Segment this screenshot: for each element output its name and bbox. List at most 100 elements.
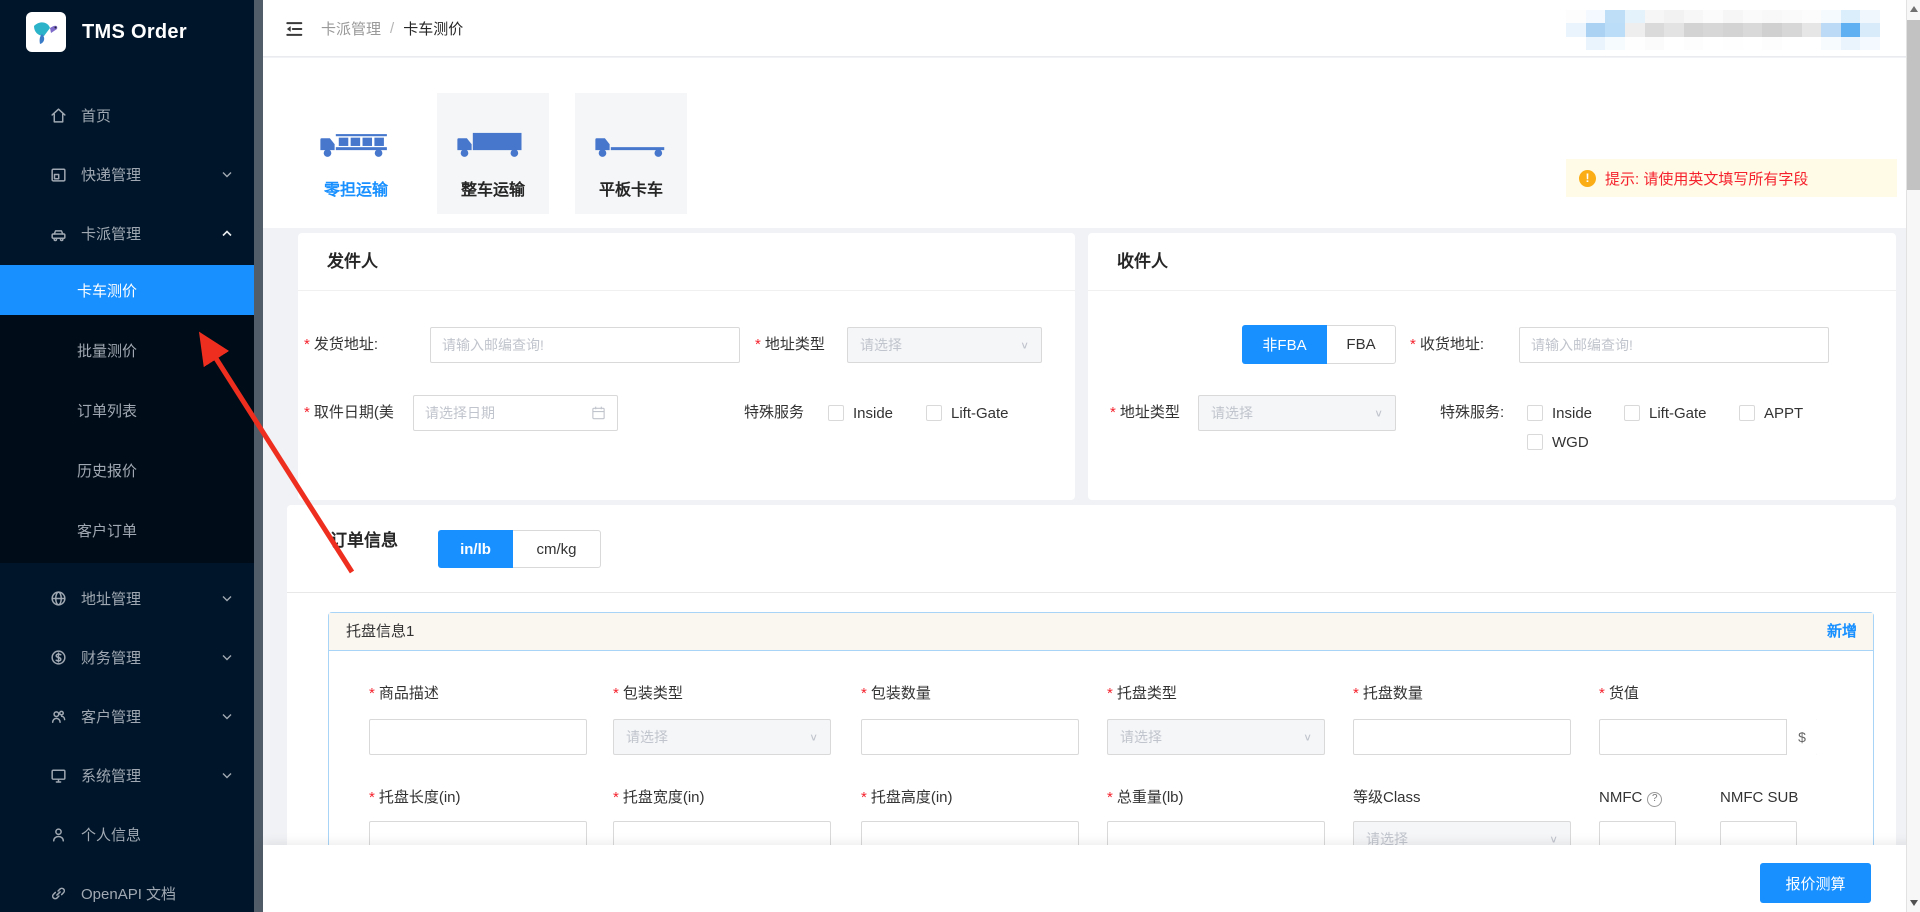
pickup-date-input[interactable]: 请选择日期 xyxy=(413,395,618,431)
checkbox-lift-gate[interactable]: Lift-Gate xyxy=(926,395,1009,431)
pallet-type-select[interactable]: 请选择 ∨ xyxy=(1107,719,1325,755)
pallet-title: 托盘信息1 xyxy=(346,613,414,651)
toggle-non-fba[interactable]: 非FBA xyxy=(1242,325,1327,364)
sidebar-item-truck-dispatch[interactable]: 卡派管理 xyxy=(0,209,254,257)
transport-type-section: 零担运输 整车运输 xyxy=(263,58,1920,228)
tab-ftl-transport[interactable]: 整车运输 xyxy=(437,93,549,214)
redacted-pixel xyxy=(1802,23,1822,36)
quote-calculate-button[interactable]: 报价测算 xyxy=(1760,863,1871,903)
help-icon[interactable]: ? xyxy=(1647,792,1662,807)
field-label-package-qty: 包装数量 xyxy=(861,684,931,704)
redacted-pixel xyxy=(1703,23,1723,36)
redacted-pixel xyxy=(1566,10,1586,23)
checkbox-box[interactable] xyxy=(1527,405,1543,421)
redacted-pixel xyxy=(1841,10,1861,23)
checkbox-inside[interactable]: Inside xyxy=(828,395,893,431)
redacted-pixel xyxy=(1664,23,1684,36)
sidebar-item-customer-orders[interactable]: 客户订单 xyxy=(0,505,254,555)
date-placeholder: 请选择日期 xyxy=(425,403,495,423)
sidebar-item-system[interactable]: 系统管理 xyxy=(0,751,254,799)
redacted-pixel xyxy=(1566,23,1586,36)
sidebar-item-openapi-docs[interactable]: OpenAPI 文档 xyxy=(0,869,254,912)
checkbox-box[interactable] xyxy=(1739,405,1755,421)
warning-icon: ! xyxy=(1579,170,1596,187)
checkbox-box[interactable] xyxy=(1624,405,1640,421)
cargo-value-field: $ xyxy=(1599,719,1817,755)
redacted-pixel xyxy=(1605,23,1625,36)
footer-bar: 报价测算 xyxy=(263,845,1920,912)
checkbox-appt[interactable]: APPT xyxy=(1739,395,1803,431)
redacted-pixel xyxy=(1743,10,1763,23)
receive-address-input[interactable] xyxy=(1519,327,1829,363)
sidebar-item-history-quote[interactable]: 历史报价 xyxy=(0,445,254,495)
redacted-pixel xyxy=(1802,37,1822,50)
receiver-address-type-label: 地址类型 xyxy=(1110,395,1180,431)
receiver-special-label: 特殊服务: xyxy=(1440,395,1504,431)
sender-card: 发件人 发货地址: 地址类型 请选择 ∨ 取件日期(美 请选择日期 特殊服务 I… xyxy=(298,233,1075,500)
app-title: TMS Order xyxy=(82,21,187,44)
app-logo xyxy=(26,12,66,52)
redacted-pixel xyxy=(1625,10,1645,23)
package-qty-input[interactable] xyxy=(861,719,1079,755)
scrollbar-up-arrow-icon[interactable] xyxy=(1910,6,1918,12)
unit-toggle-inlb[interactable]: in/lb xyxy=(438,530,513,568)
ftl-truck-icon xyxy=(455,126,531,160)
chevron-down-icon: ∨ xyxy=(1374,407,1383,419)
chevron-down-icon xyxy=(222,595,232,602)
chevron-down-icon: ∨ xyxy=(1303,731,1312,743)
select-placeholder: 请选择 xyxy=(1211,403,1253,423)
redacted-pixel xyxy=(1703,37,1723,50)
checkbox-box[interactable] xyxy=(926,405,942,421)
checkbox-inside[interactable]: Inside xyxy=(1527,395,1592,431)
tab-flatbed-truck[interactable]: 平板卡车 xyxy=(575,93,687,214)
redacted-user-info[interactable] xyxy=(1566,10,1880,50)
field-label-nmfc-sub: NMFC SUB xyxy=(1720,788,1798,808)
sidebar-item-customers[interactable]: 客户管理 xyxy=(0,692,254,740)
tab-label: 零担运输 xyxy=(324,176,388,200)
receiver-address-type-select[interactable]: 请选择 ∨ xyxy=(1198,395,1396,431)
toggle-fba[interactable]: FBA xyxy=(1327,325,1396,364)
home-icon xyxy=(49,106,68,125)
receive-address-label: 收货地址: xyxy=(1410,327,1484,363)
tab-label: 平板卡车 xyxy=(599,176,663,200)
sidebar-item-order-list[interactable]: 订单列表 xyxy=(0,385,254,435)
sidebar-item-finance[interactable]: 财务管理 xyxy=(0,633,254,681)
sender-address-type-select[interactable]: 请选择 ∨ xyxy=(847,327,1042,363)
sidebar-scrollbar[interactable] xyxy=(254,0,263,912)
sender-address-type-label: 地址类型 xyxy=(755,327,825,363)
parcel-icon xyxy=(49,165,68,184)
sidebar-item-home[interactable]: 首页 xyxy=(0,91,254,139)
scrollbar-down-arrow-icon[interactable] xyxy=(1910,900,1918,906)
main-scrollbar[interactable] xyxy=(1906,0,1920,912)
sidebar-item-address[interactable]: 地址管理 xyxy=(0,574,254,622)
sidebar-item-profile[interactable]: 个人信息 xyxy=(0,810,254,858)
sender-title: 发件人 xyxy=(327,233,378,291)
field-label-class: 等级Class xyxy=(1353,788,1421,808)
pallet-qty-input[interactable] xyxy=(1353,719,1571,755)
checkbox-wgd[interactable]: WGD xyxy=(1527,427,1589,457)
add-pallet-link[interactable]: 新增 xyxy=(1827,613,1857,651)
sidebar-item-express[interactable]: 快递管理 xyxy=(0,150,254,198)
field-label-pallet-height: 托盘高度(in) xyxy=(861,788,953,808)
tab-ltl-transport[interactable]: 零担运输 xyxy=(300,93,412,214)
unit-toggle-cmkg[interactable]: cm/kg xyxy=(513,530,601,568)
checkbox-box[interactable] xyxy=(828,405,844,421)
ship-address-input[interactable] xyxy=(430,327,740,363)
sidebar-item-truck-quote[interactable]: 卡车测价 xyxy=(0,265,254,315)
package-type-select[interactable]: 请选择 ∨ xyxy=(613,719,831,755)
ltl-truck-icon xyxy=(318,126,394,160)
checkbox-box[interactable] xyxy=(1527,434,1543,450)
pickup-date-label: 取件日期(美 xyxy=(304,395,394,431)
checkbox-lift-gate[interactable]: Lift-Gate xyxy=(1624,395,1707,431)
receiver-card-header: 收件人 xyxy=(1088,233,1896,291)
commodity-input[interactable] xyxy=(369,719,587,755)
menu-fold-icon[interactable] xyxy=(283,18,305,40)
main-area: 卡派管理 / 卡车测价 xyxy=(263,0,1920,912)
cargo-value-input[interactable] xyxy=(1599,719,1817,755)
field-label-commodity: 商品描述 xyxy=(369,684,439,704)
scrollbar-thumb[interactable] xyxy=(1907,20,1920,190)
breadcrumb-section[interactable]: 卡派管理 xyxy=(321,18,381,39)
redacted-pixel xyxy=(1821,23,1841,36)
redacted-pixel xyxy=(1586,23,1606,36)
sidebar-item-batch-quote[interactable]: 批量测价 xyxy=(0,325,254,375)
